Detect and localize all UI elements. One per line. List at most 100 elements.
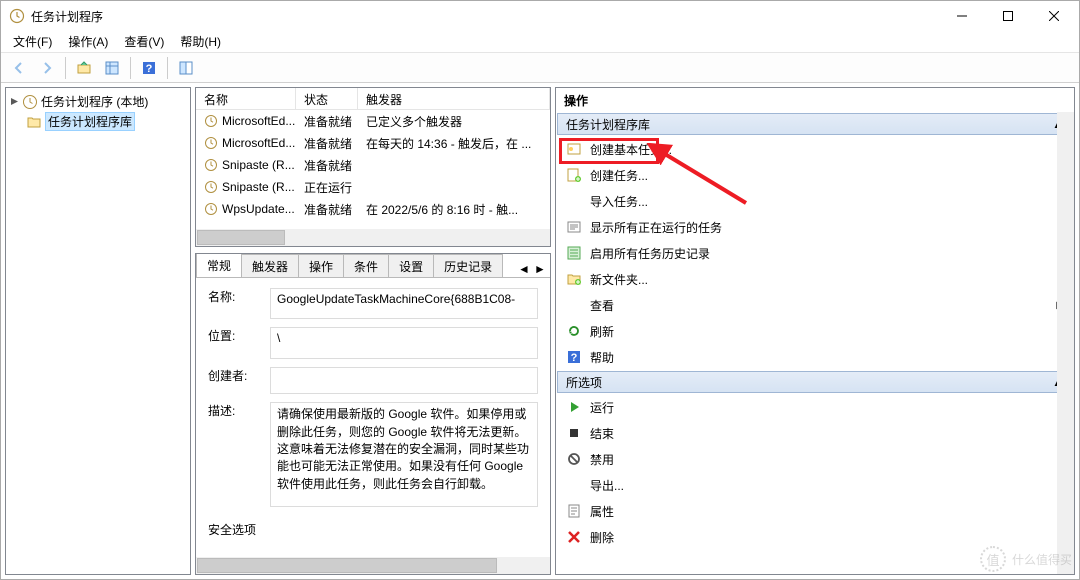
action-label: 帮助 xyxy=(590,349,614,366)
task-list-scrollbar[interactable] xyxy=(196,229,550,246)
table-row[interactable]: Snipaste (R...准备就绪 xyxy=(196,154,550,176)
tab-conditions[interactable]: 条件 xyxy=(343,254,389,278)
action-end[interactable]: 结束 xyxy=(556,420,1074,446)
maximize-button[interactable] xyxy=(985,1,1031,31)
window-title: 任务计划程序 xyxy=(31,8,939,25)
task-trigger xyxy=(358,185,550,189)
task-list-pane: 名称 状态 触发器 MicrosoftEd...准备就绪已定义多个触发器Micr… xyxy=(195,87,551,247)
action-label: 属性 xyxy=(590,503,614,520)
toolbar-help-button[interactable]: ? xyxy=(137,56,161,80)
menu-action[interactable]: 操作(A) xyxy=(60,31,116,52)
watermark: 值 什么值得买 xyxy=(980,546,1072,572)
column-header-status[interactable]: 状态 xyxy=(296,88,358,109)
toolbar-details-button[interactable] xyxy=(100,56,124,80)
stop-icon xyxy=(566,425,582,441)
tab-scroll-right-icon[interactable]: ► xyxy=(532,261,548,277)
wizard-icon xyxy=(566,141,582,157)
detail-location-label: 位置: xyxy=(208,327,262,358)
folder-icon xyxy=(26,114,42,130)
tree-root-item[interactable]: 任务计划程序 (本地) xyxy=(8,92,188,111)
task-trigger: 在 2022/5/6 的 8:16 时 - 触... xyxy=(358,199,550,220)
clock-icon xyxy=(22,94,38,110)
action-label: 运行 xyxy=(590,399,614,416)
column-header-name[interactable]: 名称 xyxy=(196,88,296,109)
task-status: 准备就绪 xyxy=(296,155,358,176)
tree-pane: 任务计划程序 (本地) 任务计划程序库 xyxy=(5,87,191,575)
disable-icon xyxy=(566,451,582,467)
task-status: 正在运行 xyxy=(296,177,358,198)
toolbar-separator xyxy=(167,57,168,79)
action-new-folder[interactable]: 新文件夹... xyxy=(556,266,1074,292)
tab-actions[interactable]: 操作 xyxy=(298,254,344,278)
action-label: 刷新 xyxy=(590,323,614,340)
toolbar-back-button[interactable] xyxy=(7,56,31,80)
task-listview: 名称 状态 触发器 MicrosoftEd...准备就绪已定义多个触发器Micr… xyxy=(196,88,550,229)
task-status: 准备就绪 xyxy=(296,111,358,132)
history-icon xyxy=(566,245,582,261)
menu-help[interactable]: 帮助(H) xyxy=(172,31,229,52)
action-label: 导出... xyxy=(590,477,624,494)
task-name: MicrosoftEd... xyxy=(222,136,295,150)
menu-view[interactable]: 查看(V) xyxy=(116,31,172,52)
tab-triggers[interactable]: 触发器 xyxy=(241,254,299,278)
actions-section-library[interactable]: 任务计划程序库 ▲ xyxy=(557,113,1073,135)
clock-icon xyxy=(204,114,218,128)
detail-desc-field[interactable]: 请确保使用最新版的 Google 软件。如果停用或删除此任务，则您的 Googl… xyxy=(270,402,538,506)
action-enable-history[interactable]: 启用所有任务历史记录 xyxy=(556,240,1074,266)
action-label: 启用所有任务历史记录 xyxy=(590,245,710,262)
menu-file[interactable]: 文件(F) xyxy=(5,31,60,52)
action-show-running[interactable]: 显示所有正在运行的任务 xyxy=(556,214,1074,240)
tree-library-item[interactable]: 任务计划程序库 xyxy=(24,111,188,132)
action-refresh[interactable]: 刷新 xyxy=(556,318,1074,344)
action-create-basic[interactable]: 创建基本任务... xyxy=(556,136,1074,162)
tab-history[interactable]: 历史记录 xyxy=(433,254,503,278)
action-view[interactable]: 查看▶ xyxy=(556,292,1074,318)
center-column: 名称 状态 触发器 MicrosoftEd...准备就绪已定义多个触发器Micr… xyxy=(195,87,551,575)
action-run[interactable]: 运行 xyxy=(556,394,1074,420)
action-disable[interactable]: 禁用 xyxy=(556,446,1074,472)
minimize-button[interactable] xyxy=(939,1,985,31)
help-icon: ? xyxy=(566,349,582,365)
task-trigger xyxy=(358,163,550,167)
tab-general[interactable]: 常规 xyxy=(196,254,242,278)
table-row[interactable]: WpsUpdate...准备就绪在 2022/5/6 的 8:16 时 - 触.… xyxy=(196,198,550,220)
action-label: 查看 xyxy=(590,297,614,314)
table-row[interactable]: MicrosoftEd...准备就绪在每天的 14:36 - 触发后，在 ... xyxy=(196,132,550,154)
new-task-icon xyxy=(566,167,582,183)
close-button[interactable] xyxy=(1031,1,1077,31)
actions-pane: 操作 任务计划程序库 ▲ 创建基本任务...创建任务...导入任务...显示所有… xyxy=(555,87,1075,575)
app-window: 任务计划程序 文件(F) 操作(A) 查看(V) 帮助(H) ? 任务 xyxy=(0,0,1080,580)
clock-icon xyxy=(204,136,218,150)
toolbar-forward-button[interactable] xyxy=(35,56,59,80)
clock-icon xyxy=(204,158,218,172)
actions-pane-scrollbar[interactable] xyxy=(1057,112,1074,574)
show-running-icon xyxy=(566,219,582,235)
tab-settings[interactable]: 设置 xyxy=(388,254,434,278)
action-label: 显示所有正在运行的任务 xyxy=(590,219,722,236)
action-create-task[interactable]: 创建任务... xyxy=(556,162,1074,188)
toolbar-pane-toggle-button[interactable] xyxy=(174,56,198,80)
task-name: Snipaste (R... xyxy=(222,158,295,172)
detail-scrollbar[interactable] xyxy=(196,557,550,574)
actions-section-selected[interactable]: 所选项 ▲ xyxy=(557,371,1073,393)
tab-scroll-left-icon[interactable]: ◄ xyxy=(516,261,532,277)
table-row[interactable]: Snipaste (R...正在运行 xyxy=(196,176,550,198)
task-trigger: 在每天的 14:36 - 触发后，在 ... xyxy=(358,133,550,154)
action-label: 创建任务... xyxy=(590,167,648,184)
action-properties[interactable]: 属性 xyxy=(556,498,1074,524)
action-import[interactable]: 导入任务... xyxy=(556,188,1074,214)
delete-icon xyxy=(566,529,582,545)
toolbar-up-button[interactable] xyxy=(72,56,96,80)
task-name: Snipaste (R... xyxy=(222,180,295,194)
column-header-trigger[interactable]: 触发器 xyxy=(358,88,550,109)
detail-body: 名称: GoogleUpdateTaskMachineCore{688B1C08… xyxy=(196,278,550,557)
watermark-text: 什么值得买 xyxy=(1012,551,1072,568)
action-help[interactable]: ? 帮助 xyxy=(556,344,1074,370)
table-row[interactable]: MicrosoftEd...准备就绪已定义多个触发器 xyxy=(196,110,550,132)
action-export[interactable]: 导出... xyxy=(556,472,1074,498)
tree-library-label: 任务计划程序库 xyxy=(45,112,135,131)
tree-expander-icon[interactable] xyxy=(10,97,19,106)
action-label: 结束 xyxy=(590,425,614,442)
detail-name-field[interactable]: GoogleUpdateTaskMachineCore{688B1C08- xyxy=(270,288,538,319)
detail-location-field: \ xyxy=(270,327,538,358)
